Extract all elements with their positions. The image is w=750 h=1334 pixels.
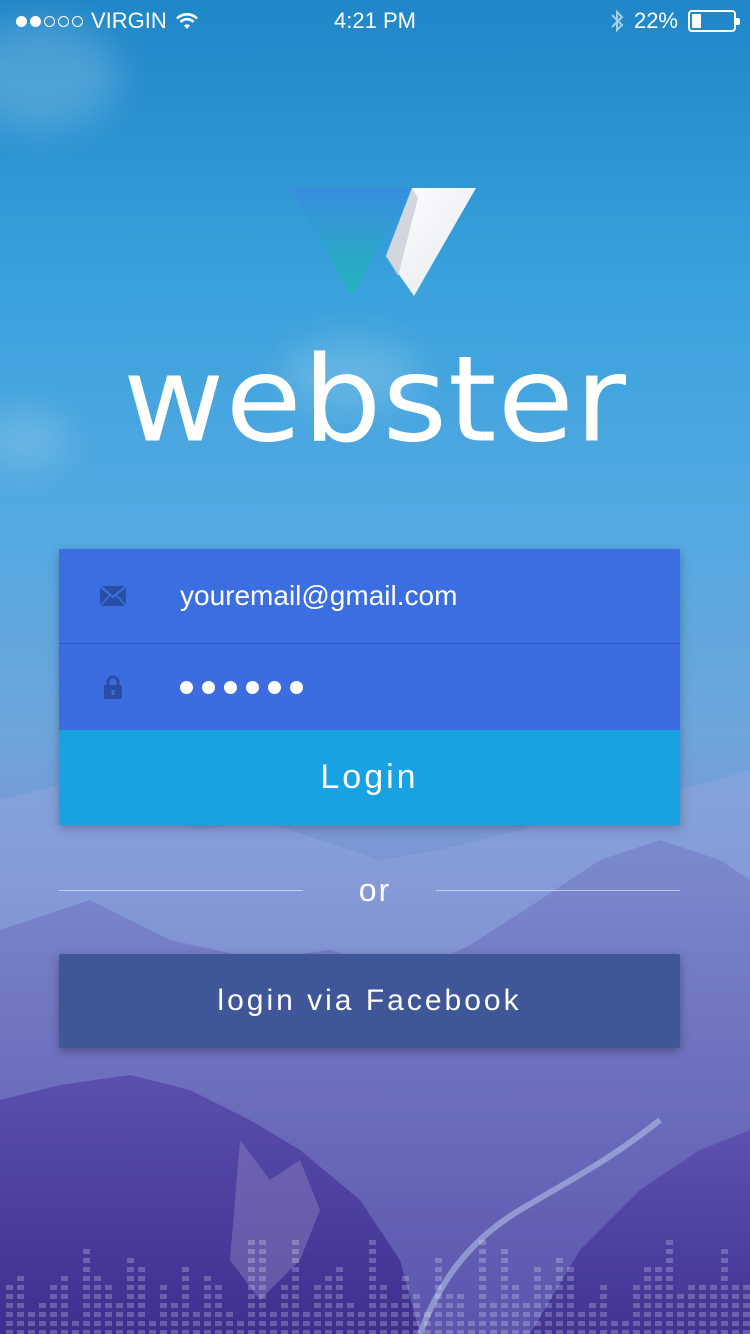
password-dots[interactable] [180, 680, 303, 694]
equalizer-decoration [6, 1240, 750, 1334]
facebook-login-button[interactable]: login via Facebook [59, 954, 680, 1048]
password-field[interactable] [59, 643, 680, 730]
bluetooth-icon [611, 9, 624, 33]
lock-icon [99, 673, 127, 701]
envelope-icon [99, 582, 127, 610]
login-button[interactable]: Login [59, 730, 680, 825]
password-dot [180, 680, 193, 694]
password-dot [202, 680, 215, 694]
divider-line-right [436, 890, 680, 891]
battery-percent: 22% [633, 8, 678, 33]
battery-icon [688, 10, 740, 32]
password-dot [224, 680, 237, 694]
email-field[interactable]: youremail@gmail.com [59, 549, 680, 643]
password-dot [246, 680, 259, 694]
password-dot [268, 680, 281, 694]
or-divider: or [0, 870, 750, 910]
email-value[interactable]: youremail@gmail.com [180, 580, 457, 612]
login-form: youremail@gmail.com Login [59, 549, 680, 825]
status-bar: VIRGIN 4:21 PM 22% [0, 0, 750, 40]
password-dot [290, 680, 303, 694]
brand-wordmark: webster [123, 330, 627, 470]
webster-logo-icon [290, 188, 476, 296]
